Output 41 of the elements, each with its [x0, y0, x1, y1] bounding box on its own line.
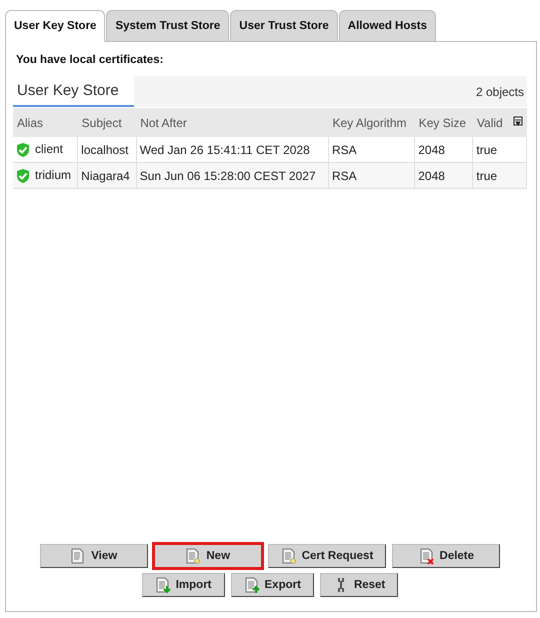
new-document-icon	[280, 548, 297, 564]
document-icon	[70, 548, 86, 564]
table-cell: tridium	[35, 168, 72, 182]
table-cell: Wed Jan 26 15:41:11 CET 2028	[140, 142, 310, 156]
column-header[interactable]: Key Size	[414, 108, 473, 137]
new-document-icon	[185, 548, 202, 564]
tab[interactable]: User Trust Store	[230, 10, 338, 42]
tab[interactable]: User Key Store	[5, 10, 106, 42]
action-button[interactable]: Cert Request	[268, 544, 386, 568]
object-count: 2 objects	[476, 84, 525, 100]
column-header[interactable]: Subject	[78, 108, 136, 137]
table-cell: RSA	[332, 142, 357, 156]
import-document-icon	[154, 576, 171, 594]
tab[interactable]: Allowed Hosts	[338, 10, 436, 42]
column-header[interactable]: Valid	[472, 108, 508, 137]
table-cell: Niagara4	[81, 168, 130, 182]
table-cell: 2048	[418, 142, 445, 156]
table-cell: RSA	[332, 168, 357, 182]
heading: You have local certificates:	[16, 54, 164, 66]
shield-check-icon	[16, 142, 30, 158]
tab[interactable]: System Trust Store	[106, 10, 230, 42]
column-header[interactable]: Not After	[136, 108, 328, 137]
table-cell: client	[35, 142, 64, 156]
column-header[interactable]: Alias	[13, 108, 78, 137]
table-cell: localhost	[81, 142, 129, 156]
table-title: User Key Store	[13, 76, 134, 107]
export-document-icon	[244, 576, 260, 594]
action-button[interactable]: Import	[142, 573, 225, 597]
delete-document-icon	[418, 548, 435, 564]
table-cell: 2048	[418, 168, 445, 182]
column-header[interactable]: Key Algorithm	[328, 108, 415, 137]
action-button[interactable]: New	[154, 544, 262, 568]
action-button[interactable]: View	[40, 544, 148, 568]
action-button[interactable]: Delete	[392, 544, 500, 568]
table-cell: true	[476, 168, 498, 182]
table-cell: true	[476, 142, 498, 156]
action-button[interactable]: Export	[230, 573, 314, 597]
column-chooser-icon[interactable]	[512, 116, 522, 126]
table-cell: Sun Jun 06 15:28:00 CEST 2027	[140, 168, 316, 182]
action-button[interactable]: Reset	[320, 573, 398, 597]
shield-check-icon	[16, 168, 30, 184]
